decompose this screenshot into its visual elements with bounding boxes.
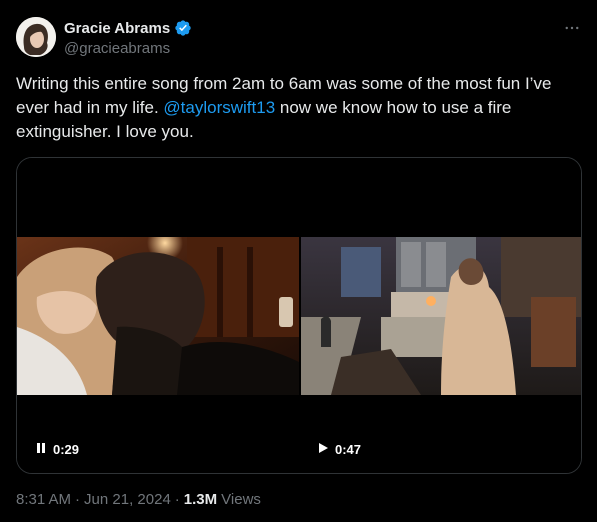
video-thumbnail-2 [301, 237, 581, 395]
video-thumbnail-1 [17, 237, 299, 395]
mention-link[interactable]: @taylorswift13 [163, 98, 275, 117]
pause-icon[interactable] [35, 442, 47, 457]
video-2-duration: 0:47 [335, 442, 362, 457]
play-icon[interactable] [317, 442, 329, 457]
footer-separator-1: · [75, 491, 81, 508]
tweet-footer: 8:31 AM · Jun 21, 2024 · 1.3M Views [16, 491, 261, 508]
tweet-text: Writing this entire song from 2am to 6am… [16, 72, 582, 144]
author-name-row: Gracie Abrams [64, 19, 192, 37]
video-player-1[interactable]: 0:29 [17, 158, 299, 473]
avatar-icon [16, 17, 56, 57]
author-avatar[interactable] [16, 17, 56, 57]
tweet-date[interactable]: Jun 21, 2024 [84, 491, 171, 508]
video-player-2[interactable]: 0:47 [299, 158, 581, 473]
views-count[interactable]: 1.3M [184, 491, 217, 508]
verified-badge-icon[interactable] [174, 19, 192, 37]
video-2-status[interactable]: 0:47 [317, 442, 361, 457]
media-container: 0:29 0:47 [16, 157, 582, 474]
author-handle[interactable]: @gracieabrams [64, 40, 170, 57]
video-1-status[interactable]: 0:29 [35, 442, 79, 457]
footer-separator-2: · [174, 491, 180, 508]
views-label: Views [221, 491, 261, 508]
video-1-duration: 0:29 [53, 442, 80, 457]
tweet-time[interactable]: 8:31 AM [16, 491, 71, 508]
more-options-icon[interactable] [560, 16, 584, 40]
author-display-name[interactable]: Gracie Abrams [64, 20, 170, 37]
